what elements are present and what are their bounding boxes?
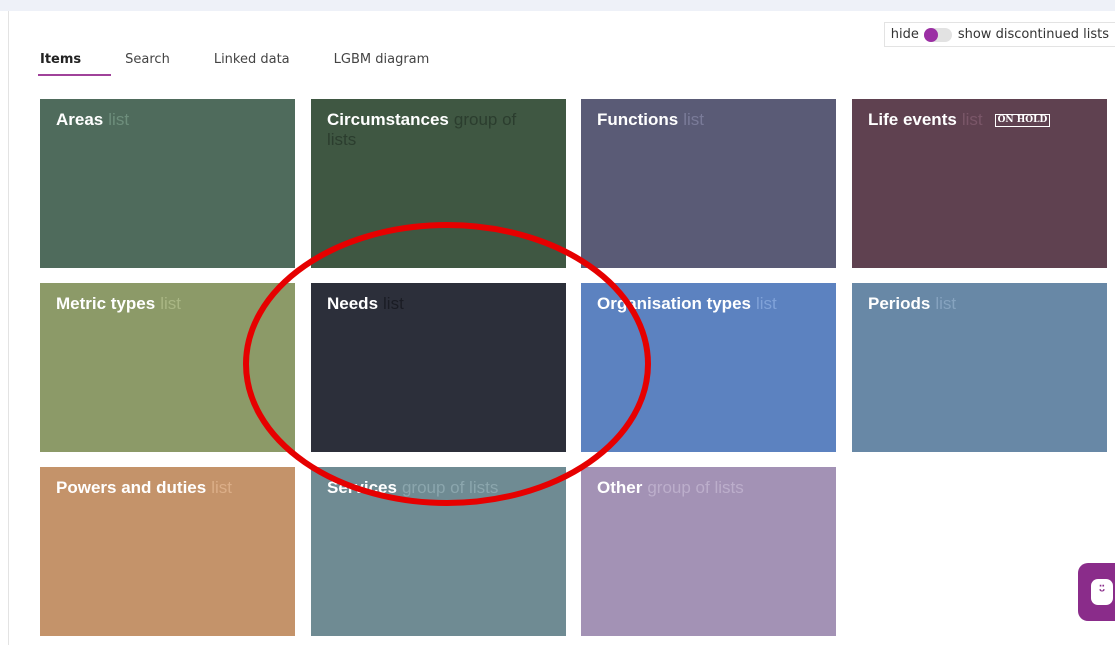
tile-periods[interactable]: Periods list: [852, 283, 1107, 452]
discontinued-toggle-bar: hide show discontinued lists: [883, 22, 1115, 47]
tile-functions[interactable]: Functions list: [581, 99, 836, 268]
tile-title: Needs: [327, 294, 379, 313]
chat-bot-icon: ᵕ̈: [1091, 579, 1113, 605]
on-hold-badge: ON HOLD: [994, 114, 1051, 127]
toggle-knob: [923, 27, 938, 42]
tile-title: Periods: [868, 294, 931, 313]
tile-kind: list: [935, 294, 957, 313]
tile-kind: list: [961, 110, 983, 129]
tile-needs[interactable]: Needs list: [311, 283, 566, 452]
tile-title: Metric types: [56, 294, 156, 313]
tile-title: Functions: [597, 110, 679, 129]
tile-kind: group of lists: [647, 478, 744, 497]
tab-lgbm-diagram[interactable]: LGBM diagram: [332, 50, 432, 76]
tile-organisation-types[interactable]: Organisation types list: [581, 283, 836, 452]
tile-kind: list: [383, 294, 404, 313]
tile-title: Services: [327, 478, 397, 497]
tile-life-events[interactable]: Life events list ON HOLD: [852, 99, 1107, 268]
tile-title: Powers and duties: [56, 478, 207, 497]
tile-metric-types[interactable]: Metric types list: [40, 283, 295, 452]
toggle-show-label: show discontinued lists: [957, 27, 1109, 42]
tile-other[interactable]: Other group of lists: [581, 467, 836, 636]
tab-search[interactable]: Search: [123, 50, 172, 76]
tile-title: Organisation types: [597, 294, 751, 313]
tile-areas[interactable]: Areas list: [40, 99, 295, 268]
tile-services[interactable]: Services group of lists: [311, 467, 566, 636]
tile-kind: list: [683, 110, 704, 129]
toggle-hide-label: hide: [890, 27, 919, 42]
tile-circumstances[interactable]: Circumstances group of lists: [311, 99, 566, 268]
tab-linked-data[interactable]: Linked data: [212, 50, 292, 76]
page: hide show discontinued lists Items Searc…: [0, 0, 1115, 645]
tile-kind: list: [755, 294, 777, 313]
tab-bar: Items Search Linked data LGBM diagram: [38, 50, 471, 78]
tile-kind: list: [211, 478, 232, 497]
tile-powers-and-duties[interactable]: Powers and duties list: [40, 467, 295, 636]
discontinued-lists-toggle[interactable]: [923, 27, 952, 42]
tile-kind: list: [108, 110, 130, 129]
tile-title: Other: [597, 478, 643, 497]
chat-bot-button[interactable]: ᵕ̈: [1078, 563, 1115, 621]
top-strip: [0, 0, 1115, 11]
tab-items[interactable]: Items: [38, 50, 112, 76]
tile-kind: group of lists: [401, 478, 499, 497]
tile-title: Life events: [868, 110, 957, 129]
tile-kind: list: [160, 294, 181, 313]
tile-title: Areas: [56, 110, 104, 129]
tile-title: Circumstances: [327, 110, 449, 129]
